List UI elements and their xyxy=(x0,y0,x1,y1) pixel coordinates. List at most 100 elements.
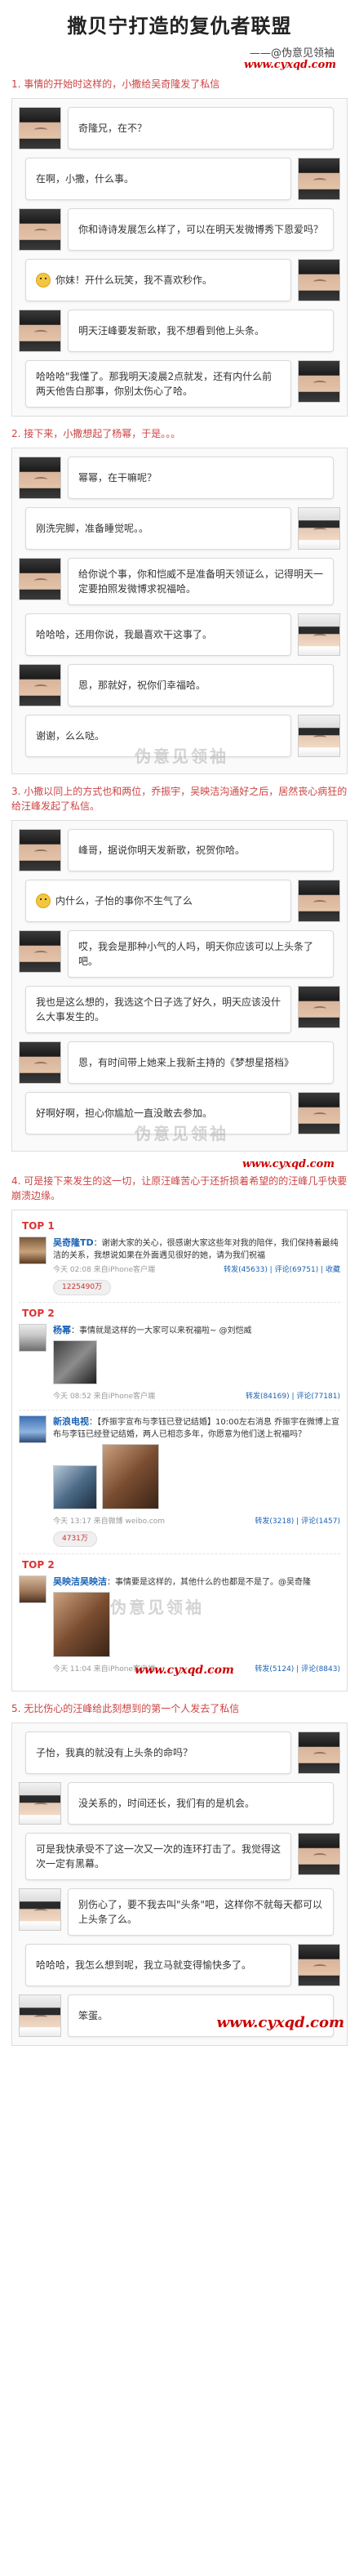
avatar[interactable] xyxy=(19,107,61,149)
read-count-badge: 1225490万 xyxy=(53,1280,112,1295)
message-bubble: 哈哈哈"我懂了。那我明天凌晨2点就发，还有内什么前两天他告白那事，你别太伤心了哈… xyxy=(25,360,291,408)
weibo-post: 新浪电视：【乔振宇宣布与李钰已登记结婚】10:00左右消息 乔振宇在微博上宣布与… xyxy=(19,1415,340,1547)
author-name[interactable]: 吴映洁吴映洁 xyxy=(53,1576,107,1587)
message-text: 刚洗完脚，准备睡觉呢。。 xyxy=(36,523,149,534)
post-body: 杨幂：事情就是这样的一大家可以来祝福啦~ @刘恺威 今天 08:52 来自iPho… xyxy=(53,1324,340,1403)
avatar[interactable] xyxy=(298,613,340,656)
avatar[interactable] xyxy=(298,1944,340,1986)
chat-message: 我也是这么想的，我选这个日子选了好久，明天应该没什么大事发生的。 xyxy=(19,986,340,1033)
message-text: 哈哈哈"我懂了。那我明天凌晨2点就发，还有内什么前两天他告白那事，你别太伤心了哈… xyxy=(36,371,273,397)
post-actions[interactable]: 转发(3218) | 评论(1457) xyxy=(255,1516,340,1528)
chat-message: 恩，那就好，祝你们幸福哈。 xyxy=(19,664,340,706)
message-text: 你妹！开什么玩笑，我不喜欢秒作。 xyxy=(55,274,213,286)
post-body: 吴奇隆TD：谢谢大家的关心，很感谢大家这些年对我的陪伴，我们保持着最纯洁的关系，… xyxy=(53,1237,340,1295)
avatar[interactable] xyxy=(19,829,61,871)
avatar[interactable] xyxy=(19,558,61,600)
author-name[interactable]: 新浪电视 xyxy=(53,1416,89,1427)
section-title: 5. 无比伤心的汪峰给此刻想到的第一个人发去了私信 xyxy=(11,1703,240,1714)
chat-message: 哎，我会是那种小气的人吗，明天你应该可以上头条了吧。 xyxy=(19,930,340,978)
site-url[interactable]: www.cyxqd.com xyxy=(0,1158,359,1170)
chat-box: 幂幂，在干嘛呢？ 刚洗完脚，准备睡觉呢。。给你说个事，你和恺威不是准备明天领证么，… xyxy=(11,448,348,774)
message-bubble: 好啊好啊，担心你尴尬一直没敢去参加。 xyxy=(25,1092,291,1134)
message-bubble: 你和诗诗发展怎么样了，可以在明天发微博秀下恩爱吗？ xyxy=(68,208,334,251)
section-title: 4. 可是接下来发生的这一切，让原汪峰苦心于还折损着希望的的汪峰几乎快要崩溃边缘… xyxy=(11,1175,348,1201)
avatar[interactable] xyxy=(298,259,340,301)
divider xyxy=(19,1302,340,1303)
avatar[interactable] xyxy=(19,1994,61,2037)
message-text: 别伤心了，要不我去叫"头条"吧，这样你不就每天都可以上头条了么。 xyxy=(78,1899,323,1925)
chat-message: 奇隆兄，在不？ xyxy=(19,107,340,149)
avatar[interactable] xyxy=(19,457,61,499)
post-actions[interactable]: 转发(84169) | 评论(77181) xyxy=(246,1391,340,1403)
chat-message: 刚洗完脚，准备睡觉呢。。 xyxy=(19,507,340,550)
post-meta: 今天 11:04 来自iPhone客户端 转发(5124) | 评论(8843) xyxy=(53,1664,340,1676)
avatar[interactable] xyxy=(19,1041,61,1084)
site-url[interactable]: www.cyxqd.com xyxy=(244,59,336,71)
message-bubble: 峰哥，据说你明天发新歌，祝贺你哈。 xyxy=(68,829,334,871)
avatar[interactable] xyxy=(298,1731,340,1774)
avatar[interactable] xyxy=(19,310,61,352)
post-image[interactable] xyxy=(102,1444,159,1509)
divider xyxy=(19,1553,340,1554)
avatar[interactable] xyxy=(298,715,340,757)
avatar[interactable] xyxy=(298,986,340,1028)
avatar[interactable] xyxy=(298,1833,340,1875)
avatar[interactable] xyxy=(19,208,61,251)
post-meta: 今天 13:17 来自微博 weibo.com 转发(3218) | 评论(145… xyxy=(53,1516,340,1528)
avatar[interactable] xyxy=(19,1324,47,1352)
avatar[interactable] xyxy=(298,507,340,550)
post-image[interactable] xyxy=(53,1340,97,1384)
message-bubble: 谢谢，么么哒。 xyxy=(25,715,291,757)
avatar[interactable] xyxy=(298,158,340,200)
message-bubble: 子怡，我真的就没有上头条的命吗？ xyxy=(25,1731,291,1774)
message-text: 哎，我会是那种小气的人吗，明天你应该可以上头条了吧。 xyxy=(78,941,314,967)
avatar[interactable] xyxy=(298,360,340,403)
chat-message: 哈哈哈，还用你说，我最喜欢干这事了。 xyxy=(19,613,340,656)
avatar[interactable] xyxy=(19,1415,47,1443)
message-text: 好啊好啊，担心你尴尬一直没敢去参加。 xyxy=(36,1108,213,1119)
weibo-post: 吴映洁吴映洁：事情要是这样的，其他什么的也都是不是了。@吴奇隆 今天 11:04 … xyxy=(19,1575,340,1676)
message-text: 明天汪峰要发新歌，我不想看到他上头条。 xyxy=(78,325,265,336)
weibo-post: 吴奇隆TD：谢谢大家的关心，很感谢大家这些年对我的陪伴，我们保持着最纯洁的关系，… xyxy=(19,1237,340,1295)
post-image[interactable] xyxy=(53,1465,97,1509)
chat-message: 明天汪峰要发新歌，我不想看到他上头条。 xyxy=(19,310,340,352)
message-bubble: 我也是这么想的，我选这个日子选了好久，明天应该没什么大事发生的。 xyxy=(25,986,291,1033)
post-body: 新浪电视：【乔振宇宣布与李钰已登记结婚】10:00左右消息 乔振宇在微博上宣布与… xyxy=(53,1415,340,1547)
chat-message: 峰哥，据说你明天发新歌，祝贺你哈。 xyxy=(19,829,340,871)
avatar[interactable] xyxy=(19,1575,47,1603)
chat-message: 别伤心了，要不我去叫"头条"吧，这样你不就每天都可以上头条了么。 xyxy=(19,1888,340,1936)
section-3: 3. 小撒以同上的方式也和两位，乔振宇，吴映洁沟通好之后，居然丧心病狂的给汪峰发… xyxy=(0,781,359,1170)
section-1: 1. 事情的开始时这样的，小撒给吴奇隆发了私信 奇隆兄，在不？ 在啊，小撒，什么事。… xyxy=(0,74,359,417)
separator: ： xyxy=(107,1578,115,1587)
author-name[interactable]: 吴奇隆TD xyxy=(53,1237,94,1248)
avatar[interactable] xyxy=(19,664,61,706)
chat-message: 幂幂，在干嘛呢？ xyxy=(19,457,340,499)
chat-box: 子怡，我真的就没有上头条的命吗？ 没关系的，时间还长，我们有的是机会。 可是我快承受… xyxy=(11,1723,348,2046)
avatar[interactable] xyxy=(19,1782,61,1825)
avatar[interactable] xyxy=(298,880,340,922)
author-name[interactable]: 杨幂 xyxy=(53,1325,71,1335)
post-timestamp: 今天 08:52 来自iPhone客户端 xyxy=(53,1393,156,1401)
chat-message: 好啊好啊，担心你尴尬一直没敢去参加。 xyxy=(19,1092,340,1134)
avatar[interactable] xyxy=(19,930,61,973)
chat-message: 子怡，我真的就没有上头条的命吗？ xyxy=(19,1731,340,1774)
chat-message: 内什么，子怡的事你不生气了么 xyxy=(19,880,340,922)
message-text: 笨蛋。 xyxy=(78,2010,109,2021)
post-actions[interactable]: 转发(45633) | 评论(69751) | 收藏 xyxy=(224,1264,340,1277)
site-url[interactable]: www.cyxqd.com xyxy=(216,2014,344,2031)
message-bubble: 给你说个事，你和恺威不是准备明天领证么，记得明天一定要拍照发微博求祝福哈。 xyxy=(68,558,334,605)
post-image[interactable] xyxy=(53,1592,110,1657)
post-actions[interactable]: 转发(5124) | 评论(8843) xyxy=(255,1664,340,1676)
avatar[interactable] xyxy=(298,1092,340,1134)
post-images xyxy=(53,1589,340,1661)
separator: ： xyxy=(89,1418,97,1427)
section-2: 2. 接下来，小撒想起了杨幂，于是。。。 幂幂，在干嘛呢？ 刚洗完脚，准备睡觉呢。。… xyxy=(0,423,359,774)
avatar[interactable] xyxy=(19,1888,61,1931)
avatar[interactable] xyxy=(19,1237,47,1264)
post-images xyxy=(53,1441,340,1513)
message-text: 在啊，小撒，什么事。 xyxy=(36,173,135,185)
smiley-icon xyxy=(36,894,51,908)
author-credit: ——@伪意见领袖 xyxy=(249,47,335,60)
message-text: 幂幂，在干嘛呢？ xyxy=(78,472,157,484)
message-text: 内什么，子怡的事你不生气了么 xyxy=(55,895,193,907)
